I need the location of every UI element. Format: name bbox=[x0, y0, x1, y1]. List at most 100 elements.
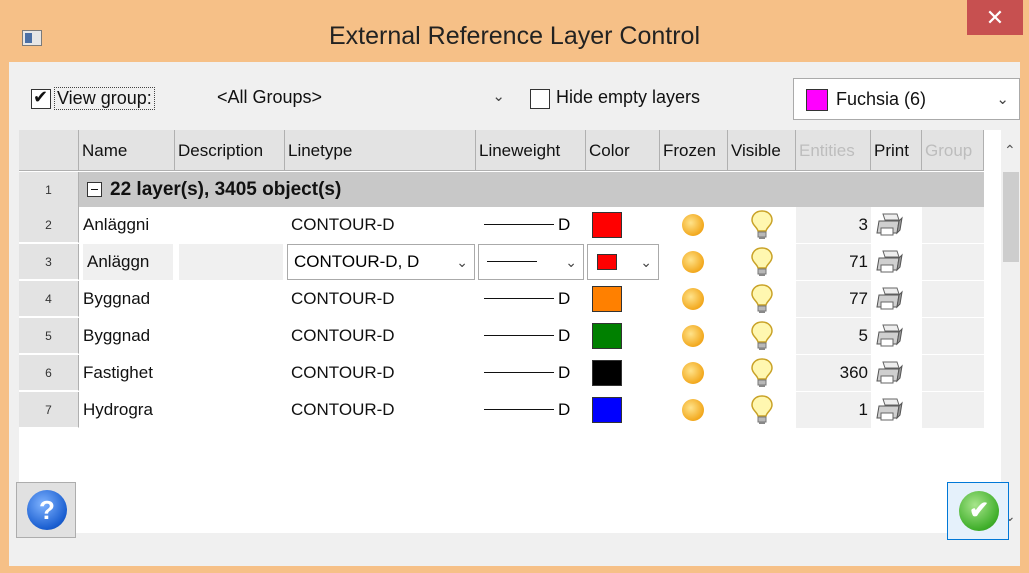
column-header-name[interactable]: Name bbox=[79, 130, 175, 171]
column-header-frozen[interactable]: Frozen bbox=[660, 130, 728, 171]
column-header-group[interactable]: Group bbox=[922, 130, 984, 171]
sun-icon[interactable] bbox=[682, 325, 704, 347]
checkmark-icon: ✔ bbox=[959, 491, 999, 531]
layer-name-cell[interactable]: Byggnad bbox=[81, 281, 173, 317]
groups-dropdown[interactable]: <All Groups> ⌄ bbox=[206, 79, 516, 119]
linetype-combo[interactable]: CONTOUR-D, D ⌄ bbox=[287, 244, 475, 280]
entities-count: 1 bbox=[796, 392, 871, 428]
color-dropdown[interactable]: Fuchsia (6) ⌄ bbox=[793, 78, 1020, 120]
chevron-down-icon: ⌄ bbox=[492, 88, 505, 105]
layer-description-cell[interactable] bbox=[179, 392, 283, 428]
window-title: External Reference Layer Control bbox=[328, 22, 701, 50]
lightbulb-icon[interactable] bbox=[749, 320, 775, 352]
row-number[interactable]: 6 bbox=[19, 355, 79, 391]
color-swatch[interactable] bbox=[592, 212, 622, 238]
layer-name-cell[interactable]: Anläggn bbox=[83, 244, 173, 280]
color-swatch[interactable] bbox=[592, 286, 622, 312]
layer-name-cell[interactable]: Anläggni bbox=[81, 207, 173, 243]
printer-icon[interactable] bbox=[875, 285, 903, 313]
chevron-down-icon: ⌄ bbox=[456, 254, 468, 270]
vertical-scrollbar[interactable]: ⌃ ⌄ bbox=[1001, 130, 1020, 533]
lineweight-cell[interactable]: D bbox=[479, 207, 585, 243]
layer-grid: Name Description Linetype Lineweight Col… bbox=[19, 130, 1020, 533]
lineweight-cell[interactable]: D bbox=[479, 318, 585, 354]
lineweight-combo[interactable]: ⌄ bbox=[478, 244, 584, 280]
printer-icon[interactable] bbox=[875, 322, 903, 350]
color-combo[interactable]: ⌄ bbox=[587, 244, 659, 280]
printer-icon[interactable] bbox=[875, 211, 903, 239]
view-group-checkbox[interactable] bbox=[31, 87, 51, 109]
close-button[interactable]: ✕ bbox=[967, 0, 1023, 35]
row-number[interactable]: 2 bbox=[19, 207, 79, 243]
layer-description-cell[interactable] bbox=[179, 355, 283, 391]
chevron-down-icon: ⌄ bbox=[996, 91, 1009, 108]
linetype-value: CONTOUR-D, D bbox=[294, 252, 420, 271]
lightbulb-icon[interactable] bbox=[749, 246, 775, 278]
hide-empty-layers-label[interactable]: Hide empty layers bbox=[556, 87, 700, 108]
group-cell bbox=[922, 318, 984, 354]
lineweight-value: D bbox=[558, 215, 571, 234]
row-number[interactable]: 7 bbox=[19, 392, 79, 428]
chevron-up-icon[interactable]: ⌃ bbox=[1004, 142, 1016, 159]
column-header-print[interactable]: Print bbox=[871, 130, 922, 171]
layer-description-cell[interactable] bbox=[179, 244, 283, 280]
layer-description-cell[interactable] bbox=[179, 318, 283, 354]
column-header-visible[interactable]: Visible bbox=[728, 130, 796, 171]
sun-icon[interactable] bbox=[682, 399, 704, 421]
color-swatch[interactable] bbox=[592, 323, 622, 349]
scrollbar-thumb[interactable] bbox=[1003, 172, 1019, 262]
layer-name-cell[interactable]: Hydrogra bbox=[81, 392, 173, 428]
group-cell bbox=[922, 244, 984, 280]
sun-icon[interactable] bbox=[682, 251, 704, 273]
layer-name-cell[interactable]: Fastighet bbox=[81, 355, 173, 391]
column-header-description[interactable]: Description bbox=[175, 130, 285, 171]
layer-description-cell[interactable] bbox=[179, 207, 283, 243]
linetype-cell[interactable]: CONTOUR-D bbox=[291, 318, 474, 354]
group-cell bbox=[922, 281, 984, 317]
sun-icon[interactable] bbox=[682, 288, 704, 310]
row-number[interactable]: 5 bbox=[19, 318, 79, 354]
color-swatch[interactable] bbox=[592, 397, 622, 423]
printer-icon[interactable] bbox=[875, 396, 903, 424]
column-header-entities[interactable]: Entities bbox=[796, 130, 871, 171]
linetype-cell[interactable]: CONTOUR-D bbox=[291, 207, 474, 243]
lightbulb-icon[interactable] bbox=[749, 394, 775, 426]
entities-count: 77 bbox=[796, 281, 871, 317]
linetype-cell[interactable]: CONTOUR-D bbox=[291, 281, 474, 317]
lightbulb-icon[interactable] bbox=[749, 357, 775, 389]
sun-icon[interactable] bbox=[682, 214, 704, 236]
hide-empty-layers-checkbox[interactable] bbox=[530, 89, 550, 109]
printer-icon[interactable] bbox=[875, 248, 903, 276]
lineweight-value: D bbox=[558, 400, 571, 419]
linetype-cell[interactable]: CONTOUR-D bbox=[291, 392, 474, 428]
ok-button[interactable]: ✔ bbox=[947, 482, 1009, 540]
sun-icon[interactable] bbox=[682, 362, 704, 384]
column-header-lineweight[interactable]: Lineweight bbox=[476, 130, 586, 171]
help-button[interactable]: ? bbox=[16, 482, 76, 538]
printer-icon[interactable] bbox=[875, 359, 903, 387]
entities-count: 71 bbox=[796, 244, 871, 280]
group-row[interactable]: 22 layer(s), 3405 object(s) bbox=[79, 172, 984, 207]
lineweight-value: D bbox=[558, 326, 571, 345]
linetype-cell[interactable]: CONTOUR-D bbox=[291, 355, 474, 391]
lineweight-cell[interactable]: D bbox=[479, 281, 585, 317]
color-swatch[interactable] bbox=[592, 360, 622, 386]
row-number[interactable]: 3 bbox=[19, 244, 79, 280]
lineweight-cell[interactable]: D bbox=[479, 355, 585, 391]
row-number[interactable]: 1 bbox=[19, 172, 79, 208]
column-header-linetype[interactable]: Linetype bbox=[285, 130, 476, 171]
lightbulb-icon[interactable] bbox=[749, 283, 775, 315]
layer-name-cell[interactable]: Byggnad bbox=[81, 318, 173, 354]
groups-dropdown-value: <All Groups> bbox=[217, 87, 323, 107]
row-number[interactable]: 4 bbox=[19, 281, 79, 317]
lightbulb-icon[interactable] bbox=[749, 209, 775, 241]
collapse-icon[interactable] bbox=[87, 182, 102, 197]
dialog-client: View group: <All Groups> ⌄ Hide empty la… bbox=[9, 62, 1020, 566]
lineweight-value: D bbox=[558, 363, 571, 382]
column-header-color[interactable]: Color bbox=[586, 130, 660, 171]
color-swatch bbox=[806, 89, 828, 111]
view-group-label[interactable]: View group: bbox=[54, 87, 155, 110]
lineweight-cell[interactable]: D bbox=[479, 392, 585, 428]
layer-description-cell[interactable] bbox=[179, 281, 283, 317]
dialog-window: External Reference Layer Control ✕ View … bbox=[0, 0, 1029, 573]
